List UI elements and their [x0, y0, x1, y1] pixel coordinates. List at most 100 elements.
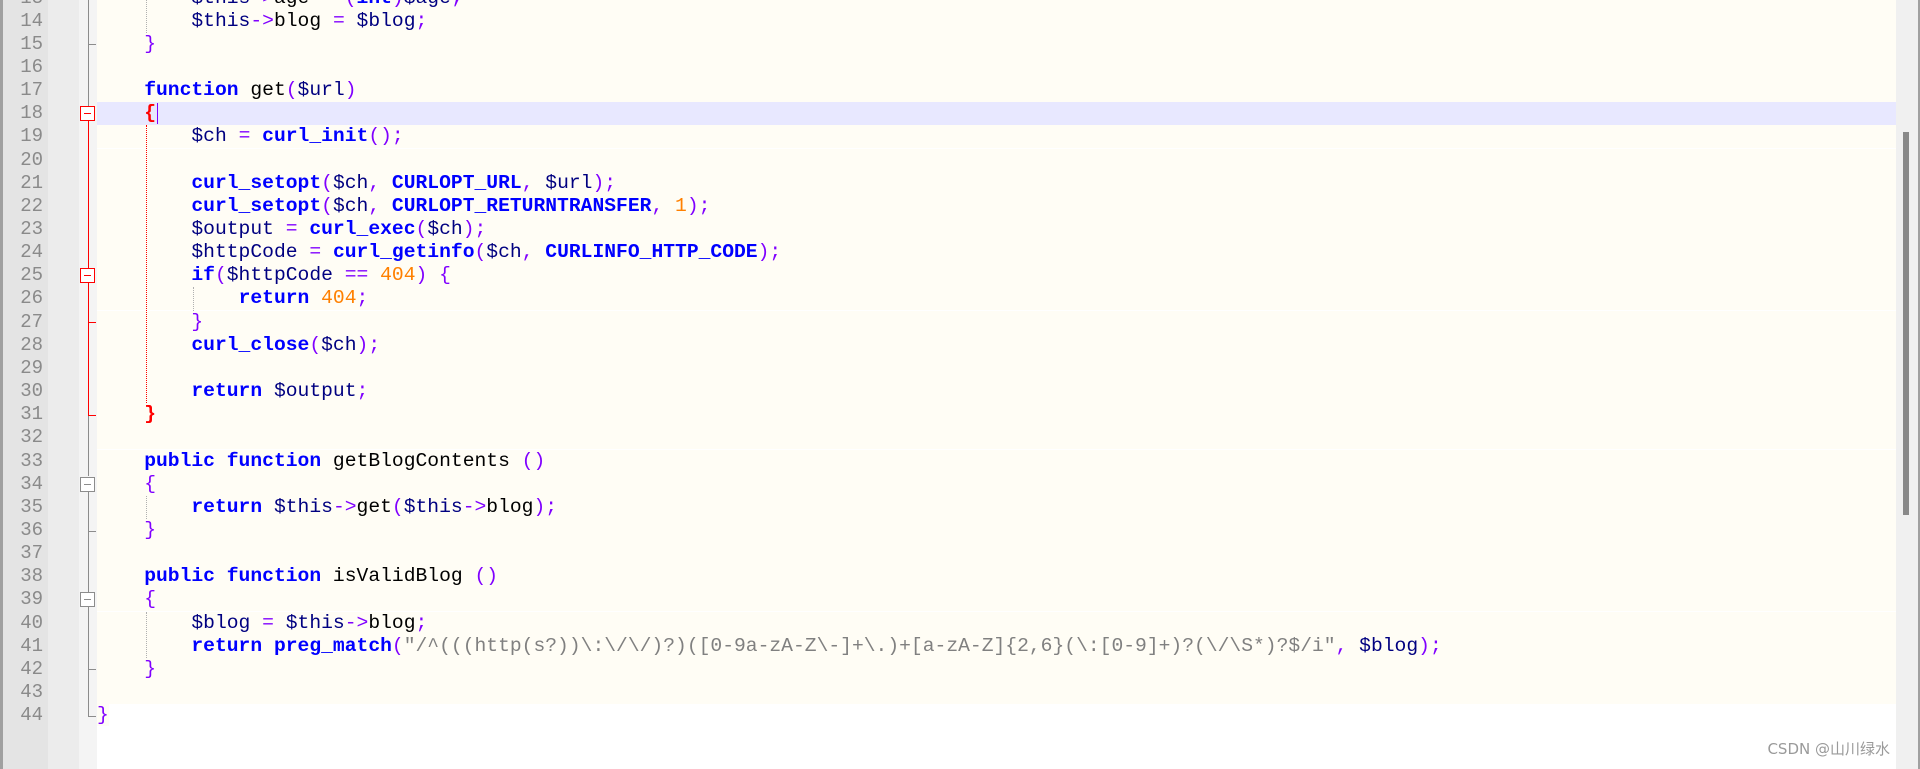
line-number: 31 [20, 403, 43, 426]
line-number: 40 [20, 611, 43, 634]
code-line[interactable]: return preg_match("/^(((http(s?))\:\/\/)… [97, 634, 1896, 658]
line-number: 24 [20, 241, 43, 264]
scrollbar-thumb[interactable] [1903, 132, 1909, 515]
code-text: } [97, 704, 109, 727]
code-area[interactable]: $this->age = (int)$age; $this->blog = $b… [97, 0, 1896, 769]
code-token: } [191, 310, 204, 333]
code-line[interactable] [97, 148, 1896, 172]
code-line[interactable]: $this->blog = $blog; [97, 9, 1896, 33]
code-line[interactable]: $blog = $this->blog; [97, 611, 1896, 635]
code-token: = [285, 218, 298, 240]
code-token: ); [356, 333, 381, 356]
code-token: ; [356, 287, 369, 310]
code-token: ) [344, 79, 357, 102]
code-token: = [238, 125, 251, 148]
code-token: ; [356, 380, 369, 403]
code-token: $this [285, 611, 345, 634]
indent-guide [146, 0, 148, 33]
code-line[interactable]: } [97, 310, 1896, 334]
code-line[interactable]: } [97, 32, 1896, 56]
code-token: ( [415, 218, 428, 240]
code-line[interactable]: } [97, 518, 1896, 542]
code-line[interactable]: return $this->get($this->blog); [97, 495, 1896, 519]
code-line[interactable] [97, 55, 1896, 79]
code-token: } [144, 403, 156, 426]
code-token: ) [392, 0, 404, 9]
code-line[interactable]: { [97, 588, 1896, 612]
fold-collapse-icon[interactable] [80, 106, 95, 122]
code-token: = [332, 9, 345, 32]
indent-guide [146, 611, 148, 658]
line-number: 14 [20, 9, 43, 32]
code-line[interactable]: $ch = curl_init(); [97, 125, 1896, 149]
code-line[interactable] [97, 426, 1896, 450]
code-line[interactable]: $output = curl_exec($ch); [97, 218, 1896, 241]
indent-guide [193, 287, 195, 311]
code-token: blog [368, 611, 416, 634]
fold-collapse-icon[interactable] [80, 592, 95, 608]
code-editor[interactable]: $this->age = (int)$age; $this->blog = $b… [0, 0, 1920, 769]
code-line[interactable]: curl_setopt($ch, CURLOPT_URL, $url); [97, 171, 1896, 195]
code-line[interactable]: } [97, 657, 1896, 681]
vertical-scrollbar[interactable] [1896, 0, 1918, 769]
code-line[interactable]: curl_close($ch); [97, 333, 1896, 357]
code-line[interactable] [97, 356, 1896, 380]
code-token: CURLOPT_URL [391, 171, 522, 194]
code-line[interactable] [97, 542, 1896, 566]
code-token: $ch [191, 125, 227, 148]
line-number: 22 [20, 194, 43, 217]
fold-collapse-icon[interactable] [80, 476, 95, 492]
code-token: get [238, 79, 286, 102]
code-line[interactable] [97, 681, 1896, 704]
line-number: 13 [3, 0, 43, 10]
fold-end-marker [88, 715, 96, 717]
line-number: 29 [20, 356, 43, 379]
code-line[interactable]: public function isValidBlog () [97, 565, 1896, 589]
code-token: curl_setopt [191, 171, 322, 194]
code-line[interactable]: } [97, 704, 1896, 727]
code-line[interactable]: $this->age = (int)$age; [97, 0, 1896, 10]
code-token: , [521, 171, 534, 194]
code-token: $ch [332, 171, 369, 194]
code-token: { [144, 472, 156, 495]
code-line[interactable]: return 404; [97, 287, 1896, 311]
code-line[interactable]: if($httpCode == 404) { [97, 264, 1896, 288]
code-token: curl_setopt [191, 194, 322, 217]
line-number: 34 [20, 472, 43, 495]
fold-line [88, 606, 89, 716]
code-token: { [144, 588, 156, 611]
code-token: , [1335, 634, 1348, 657]
code-line[interactable]: } [97, 403, 1896, 427]
code-line[interactable]: { [97, 102, 1896, 126]
code-token: $output [273, 380, 357, 403]
code-line[interactable]: { [97, 472, 1896, 496]
code-line[interactable]: return $output; [97, 380, 1896, 404]
code-line[interactable]: function get($url) [97, 79, 1896, 103]
code-line[interactable]: public function getBlogContents () [97, 449, 1896, 473]
code-token: ); [462, 218, 487, 240]
code-line[interactable]: curl_setopt($ch, CURLOPT_RETURNTRANSFER,… [97, 194, 1896, 218]
code-token: , [368, 194, 381, 217]
code-token: == [344, 264, 369, 287]
code-token: ); [757, 241, 782, 264]
code-token: } [144, 657, 156, 680]
fold-collapse-icon[interactable] [80, 268, 95, 284]
fold-end-marker [88, 322, 96, 324]
code-line[interactable]: $httpCode = curl_getinfo($ch, CURLINFO_H… [97, 241, 1896, 265]
